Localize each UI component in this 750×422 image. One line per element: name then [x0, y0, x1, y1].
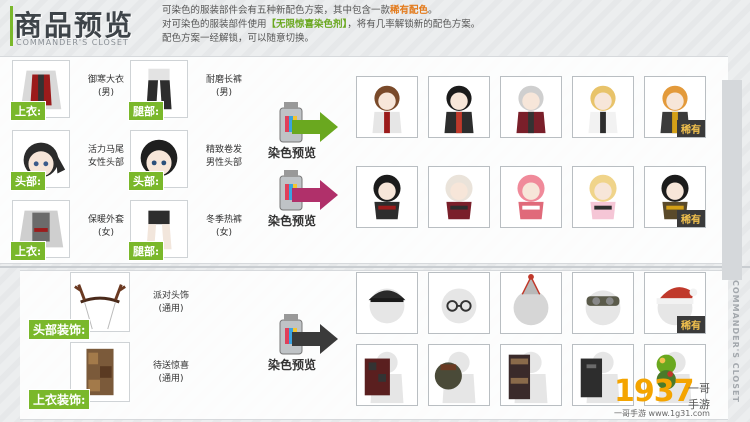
part-male-coat[interactable]: 上衣: 御寒大衣 (男) [10, 60, 132, 121]
male-variant-3[interactable] [500, 76, 562, 138]
accessory-gift-surprise[interactable]: 上衣装饰: 待送惊喜 (通用) [28, 342, 208, 410]
part-tag: 腿部: [128, 101, 165, 121]
watermark-number: 1937 [614, 374, 694, 409]
accessory-tag: 上衣装饰: [28, 389, 91, 410]
part-female-shorts[interactable]: 腿部: 冬季热裤 (女) [128, 200, 250, 261]
title-accent [10, 6, 13, 46]
part-male-pants[interactable]: 腿部: 耐磨长裤 (男) [128, 60, 250, 121]
title-block: 商品预览 COMMANDER'S CLOSET [10, 4, 140, 47]
part-tag: 头部: [128, 171, 165, 191]
headwear-variant-2[interactable] [428, 272, 490, 334]
headwear-variant-1[interactable] [356, 272, 418, 334]
part-name: 耐磨长裤 (男) [205, 75, 242, 98]
rare-badge: 稀有 [677, 120, 705, 137]
desc-line-2-end: ，将有几率解锁新的配色方案。 [347, 19, 481, 30]
headwear-variant-3[interactable] [500, 272, 562, 334]
part-female-coat[interactable]: 上衣: 保暖外套 (女) [10, 200, 132, 261]
accessory-party-headwear[interactable]: 头部装饰: 派对头饰 (通用) [28, 272, 208, 340]
dye-preview-accessory: 染色预览 [262, 312, 342, 372]
accessory-name: 派对头饰 (通用) [152, 291, 189, 314]
part-tag: 上衣: [10, 101, 47, 121]
desc-item-highlight: 【无限惊喜染色剂】 [266, 19, 348, 30]
desc-line-1-text: 可染色的服装部件会有五种新配色方案，其中包含一款 [162, 5, 391, 16]
male-variant-4[interactable] [572, 76, 634, 138]
female-variant-1[interactable] [356, 166, 418, 228]
desc-rare-highlight: 稀有配色 [390, 5, 429, 16]
part-tag: 头部: [10, 171, 47, 191]
female-variant-rare[interactable]: 稀有 [644, 166, 706, 228]
part-tag: 上衣: [10, 241, 47, 261]
header: 商品预览 COMMANDER'S CLOSET 可染色的服装部件会有五种新配色方… [0, 0, 750, 52]
header-description: 可染色的服装部件会有五种新配色方案，其中包含一款稀有配色。 对可染色的服装部件使… [162, 4, 742, 46]
desc-line-3: 配色方案一经解锁，可以随意切换。 [162, 33, 315, 44]
part-name: 活力马尾 女性头部 [87, 145, 124, 168]
female-variant-3[interactable] [500, 166, 562, 228]
side-bar [722, 80, 742, 280]
accessory-tag: 头部装饰: [28, 319, 91, 340]
top-acc-variant-2[interactable] [428, 344, 490, 406]
dye-label: 染色预览 [268, 358, 317, 372]
dye-preview-female: 染色预览 [262, 168, 342, 228]
male-variant-rare[interactable]: 稀有 [644, 76, 706, 138]
watermark-side-1: 一哥 [688, 382, 710, 395]
page-subtitle: COMMANDER'S CLOSET [16, 38, 129, 47]
headwear-variant-rare[interactable]: 稀有 [644, 272, 706, 334]
dark-arrow-icon [292, 324, 338, 354]
magenta-arrow-icon [292, 180, 338, 210]
watermark: 1937 一哥 手游 一哥手游 www.1g31.com [614, 374, 744, 420]
male-variant-2[interactable] [428, 76, 490, 138]
rare-badge: 稀有 [677, 316, 705, 333]
part-name: 精致卷发 男性头部 [205, 145, 242, 168]
female-variant-2[interactable] [428, 166, 490, 228]
dye-label: 染色预览 [268, 146, 317, 160]
desc-line-2: 对可染色的服装部件使用【无限惊喜染色剂】，将有几率解锁新的配色方案。 [162, 18, 742, 32]
section-divider [0, 266, 750, 268]
top-acc-variant-1[interactable] [356, 344, 418, 406]
desc-line-2-text: 对可染色的服装部件使用 [162, 19, 267, 30]
headwear-variant-4[interactable] [572, 272, 634, 334]
rare-badge: 稀有 [677, 210, 705, 227]
dye-preview-male: 染色预览 [262, 100, 342, 160]
desc-line-1-end: 。 [428, 5, 438, 16]
part-name: 御寒大衣 (男) [87, 75, 124, 98]
green-arrow-icon [292, 112, 338, 142]
part-name: 冬季热裤 (女) [205, 215, 242, 238]
part-female-ponytail[interactable]: 头部: 活力马尾 女性头部 [10, 130, 132, 191]
top-acc-variant-3[interactable] [500, 344, 562, 406]
desc-line-1: 可染色的服装部件会有五种新配色方案，其中包含一款稀有配色。 [162, 4, 742, 18]
female-variant-4[interactable] [572, 166, 634, 228]
part-name: 保暖外套 (女) [87, 215, 124, 238]
male-variant-1[interactable] [356, 76, 418, 138]
watermark-url: 一哥手游 www.1g31.com [614, 409, 710, 418]
part-male-curly[interactable]: 头部: 精致卷发 男性头部 [128, 130, 250, 191]
dye-label: 染色预览 [268, 214, 317, 228]
part-tag: 腿部: [128, 241, 165, 261]
accessory-name: 待送惊喜 (通用) [152, 361, 189, 384]
